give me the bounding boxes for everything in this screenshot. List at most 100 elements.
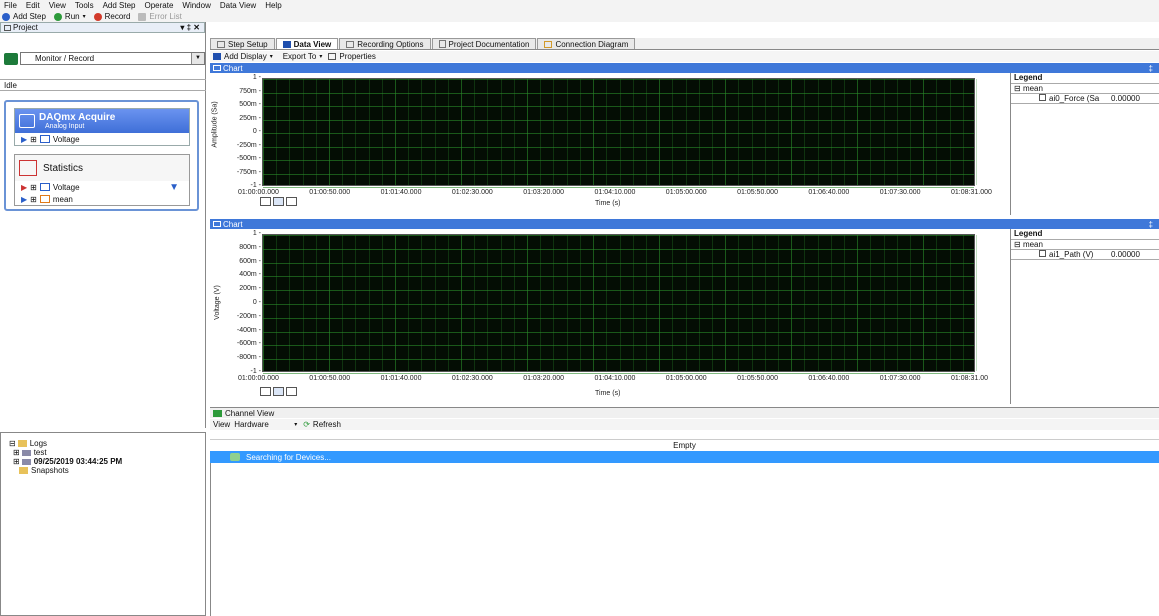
status-text: Idle: [4, 81, 17, 90]
daqmx-header[interactable]: DAQmx Acquire Analog Input: [15, 109, 189, 133]
channel-empty-text: Empty: [210, 441, 1159, 450]
x-gridline: [434, 235, 436, 371]
add-step-button[interactable]: Add Step: [2, 12, 46, 21]
y-tick-label: -800m -: [236, 354, 261, 362]
pan-cursor-icon[interactable]: [273, 197, 284, 206]
x-gridline: [342, 235, 344, 371]
logs-root[interactable]: ⊟ Logs: [9, 439, 47, 448]
properties-button[interactable]: Properties: [339, 52, 375, 61]
log-item-snapshots[interactable]: Snapshots: [19, 466, 69, 475]
menu-help[interactable]: Help: [265, 1, 281, 10]
record-button[interactable]: Record: [93, 12, 130, 21]
pin-icon[interactable]: ‡: [1149, 220, 1153, 229]
chevron-down-icon[interactable]: ▾: [270, 53, 273, 60]
document-icon: [438, 40, 446, 48]
log-item-date[interactable]: ⊞ 09/25/2019 03:44:25 PM: [13, 457, 122, 466]
y-gridline: [263, 235, 974, 236]
chevron-down-icon[interactable]: ▼: [169, 182, 179, 193]
legend-channel-row[interactable]: ai0_Force (Sa 0.00000: [1011, 94, 1159, 104]
error-list-label: Error List: [149, 12, 182, 21]
legend-group-row[interactable]: ⊟ mean: [1011, 240, 1159, 250]
searching-row[interactable]: Searching for Devices...: [210, 451, 1159, 463]
panel-pin-controls[interactable]: ▾ ‡ ✕: [180, 23, 200, 32]
menu-add-step[interactable]: Add Step: [103, 1, 136, 10]
menu-operate[interactable]: Operate: [145, 1, 174, 10]
y-gridline: [263, 359, 974, 361]
statistics-child-row-1[interactable]: ▶ ⊞ Voltage ▼: [15, 181, 189, 193]
expand-icon[interactable]: ⊞: [30, 183, 37, 192]
collapse-icon[interactable]: ⊟: [1014, 240, 1021, 249]
menu-tools[interactable]: Tools: [75, 1, 94, 10]
zoom-icon[interactable]: [260, 387, 271, 396]
view-select[interactable]: Hardware: [234, 420, 294, 429]
expand-icon[interactable]: ⊞: [30, 195, 37, 204]
refresh-button[interactable]: Refresh: [313, 420, 341, 429]
y-tick-label: -1 -: [250, 182, 262, 189]
x-gridline: [764, 79, 766, 185]
collapse-icon[interactable]: ⊟: [9, 439, 16, 448]
expand-icon[interactable]: ⊞: [30, 135, 37, 144]
legend-channel-row[interactable]: ai1_Path (V) 0.00000: [1011, 250, 1159, 260]
x-gridline: [936, 79, 938, 185]
x-gridline: [672, 79, 674, 185]
menu-file[interactable]: File: [4, 1, 17, 10]
step-statistics[interactable]: Statistics ▶ ⊞ Voltage ▼ ▶ ⊞ mean: [14, 154, 190, 206]
hand-icon[interactable]: [286, 387, 297, 396]
y-tick-label: 200m -: [239, 285, 261, 293]
add-step-label: Add Step: [13, 12, 46, 21]
x-tick-label: 01:05:00.000: [665, 375, 707, 382]
expand-icon[interactable]: ⊞: [13, 448, 20, 457]
x-gridline: [738, 235, 740, 371]
expand-icon[interactable]: ⊞: [13, 457, 20, 466]
tab-connection-diagram[interactable]: Connection Diagram: [537, 38, 636, 49]
checkbox-icon[interactable]: [1039, 250, 1046, 257]
tab-data-view[interactable]: Data View: [275, 38, 339, 49]
x-gridline: [843, 235, 845, 371]
mode-select[interactable]: Monitor / Record: [20, 52, 205, 65]
properties-icon: [328, 53, 337, 60]
menu-data-view[interactable]: Data View: [220, 1, 256, 10]
statistics-header[interactable]: Statistics: [15, 155, 189, 181]
run-button[interactable]: Run ▾: [53, 12, 86, 21]
y-gridline: [263, 290, 974, 292]
y-gridline: [263, 187, 974, 188]
x-gridline: [302, 79, 304, 185]
error-list-button[interactable]: Error List: [138, 12, 182, 21]
data-view-icon: [282, 40, 291, 48]
x-gridline: [500, 79, 502, 185]
hand-icon[interactable]: [286, 197, 297, 206]
x-gridline: [804, 79, 806, 185]
menu-edit[interactable]: Edit: [26, 1, 40, 10]
pan-cursor-icon[interactable]: [273, 387, 284, 396]
x-gridline: [909, 79, 911, 185]
y-tick-label: 400m -: [239, 271, 261, 279]
chevron-down-icon[interactable]: ▾: [319, 53, 322, 60]
logs-panel: ⊟ Logs ⊞ test ⊞ 09/25/2019 03:44:25 PM S…: [0, 432, 206, 616]
chevron-down-icon[interactable]: ▾: [83, 13, 86, 20]
x-gridline: [553, 79, 555, 185]
legend-group-row[interactable]: ⊟ mean: [1011, 84, 1159, 94]
add-display-button[interactable]: Add Display: [224, 52, 267, 61]
tab-project-documentation[interactable]: Project Documentation: [431, 38, 537, 49]
tab-recording-options[interactable]: Recording Options: [339, 38, 431, 49]
x-tick-label: 01:00:00.000: [238, 189, 279, 196]
collapse-icon[interactable]: ⊟: [1014, 84, 1021, 93]
export-to-button[interactable]: Export To: [283, 52, 317, 61]
tab-step-setup[interactable]: Step Setup: [210, 38, 275, 49]
pin-icon[interactable]: ‡: [1149, 64, 1153, 73]
chevron-down-icon[interactable]: ▾: [294, 421, 297, 428]
checkbox-icon[interactable]: [1039, 94, 1046, 101]
menu-window[interactable]: Window: [182, 1, 210, 10]
x-gridline: [593, 79, 595, 185]
chart-2-legend: Legend ⊟ mean ai1_Path (V) 0.00000: [1010, 229, 1159, 404]
log-item-test[interactable]: ⊞ test: [13, 448, 47, 457]
daqmx-child-row[interactable]: ▶ ⊞ Voltage: [15, 133, 189, 145]
logs-root-label: Logs: [29, 439, 48, 448]
chevron-down-icon[interactable]: ▼: [191, 53, 204, 64]
statistics-child-row-2[interactable]: ▶ ⊞ mean: [15, 193, 189, 205]
menu-view[interactable]: View: [49, 1, 66, 10]
zoom-icon[interactable]: [260, 197, 271, 206]
x-gridline: [962, 79, 964, 185]
step-daqmx-acquire[interactable]: DAQmx Acquire Analog Input ▶ ⊞ Voltage: [14, 108, 190, 146]
x-gridline: [355, 79, 357, 185]
